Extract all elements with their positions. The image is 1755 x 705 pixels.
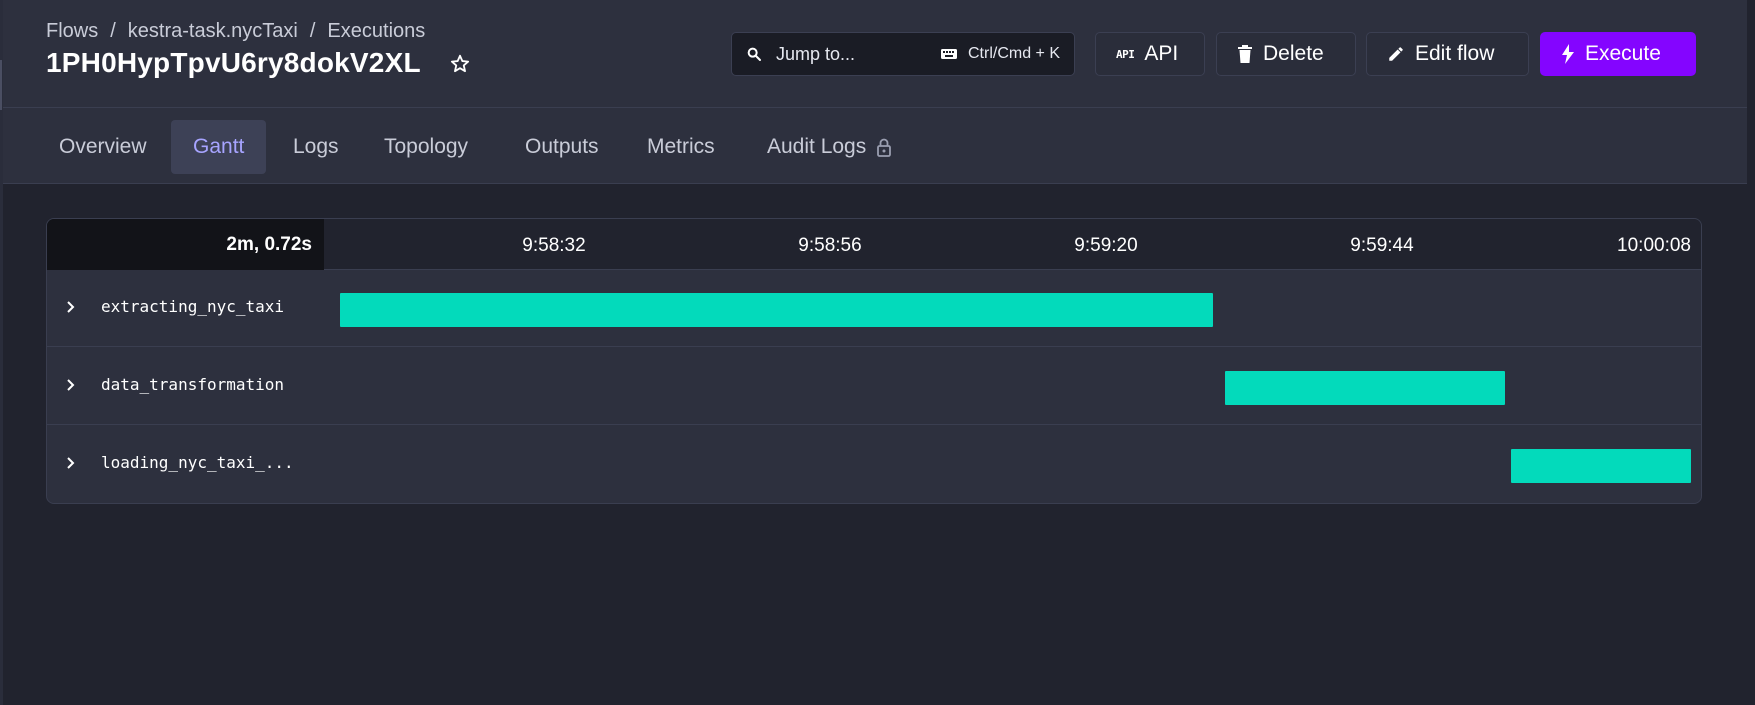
- tab-audit-logs[interactable]: Audit Logs: [745, 120, 914, 174]
- breadcrumb-separator: /: [309, 20, 316, 42]
- edit-flow-button[interactable]: Edit flow: [1366, 32, 1529, 76]
- pencil-icon: [1387, 45, 1405, 63]
- jump-to-search[interactable]: Jump to... Ctrl/Cmd + K: [731, 32, 1075, 76]
- breadcrumb-flows[interactable]: Flows: [46, 20, 98, 43]
- tab-metrics[interactable]: Metrics: [625, 120, 737, 174]
- tab-label: Topology: [384, 135, 469, 158]
- task-row[interactable]: loading_nyc_taxi_...: [47, 426, 1701, 503]
- left-edge-mark: [0, 60, 2, 110]
- time-tick: 9:58:32: [522, 235, 586, 256]
- execute-button[interactable]: Execute: [1540, 32, 1696, 76]
- tab-label: Audit Logs: [767, 135, 867, 158]
- breadcrumb-separator: /: [110, 20, 116, 42]
- task-bar[interactable]: [1224, 371, 1506, 405]
- task-name: data_transformation: [101, 375, 285, 394]
- lightning-icon: [1561, 44, 1575, 64]
- tab-label: Logs: [293, 135, 339, 158]
- delete-label: Delete: [1263, 42, 1324, 65]
- header: Flows / kestra-task.nycTaxi / Executions…: [3, 0, 1747, 108]
- breadcrumb-flow[interactable]: kestra-task.nycTaxi: [128, 20, 298, 43]
- page-title: 1PH0HypTpvU6ry8dokV2XL: [46, 47, 421, 78]
- api-icon: API: [1116, 47, 1135, 61]
- task-row[interactable]: extracting_nyc_taxi: [47, 270, 1701, 347]
- time-tick: 9:58:56: [798, 235, 862, 256]
- tab-label: Metrics: [647, 135, 715, 158]
- tab-label: Outputs: [525, 135, 599, 158]
- task-row[interactable]: data_transformation: [47, 348, 1701, 425]
- task-bar[interactable]: [1510, 449, 1691, 483]
- breadcrumb: Flows / kestra-task.nycTaxi / Executions: [46, 20, 425, 43]
- star-icon[interactable]: [449, 53, 471, 75]
- chevron-right-icon[interactable]: [63, 376, 79, 394]
- tab-outputs[interactable]: Outputs: [503, 120, 621, 174]
- tab-topology[interactable]: Topology: [362, 120, 490, 174]
- execute-label: Execute: [1585, 42, 1661, 65]
- api-button[interactable]: API API: [1095, 32, 1205, 76]
- time-tick: 10:00:08: [1617, 235, 1691, 256]
- search-icon: [746, 46, 762, 62]
- tab-label: Gantt: [193, 135, 245, 158]
- trash-icon: [1237, 45, 1253, 63]
- tab-bar: Overview Gantt Logs Topology Outputs Met…: [3, 108, 1747, 184]
- breadcrumb-executions[interactable]: Executions: [327, 20, 425, 43]
- total-duration: 2m, 0.72s: [47, 219, 324, 270]
- chevron-right-icon[interactable]: [63, 298, 79, 316]
- keyboard-icon: [940, 47, 958, 61]
- lock-icon: [876, 137, 892, 157]
- time-tick: 9:59:20: [1074, 235, 1138, 256]
- jump-to-label: Jump to...: [776, 43, 856, 64]
- gantt-chart: 2m, 0.72s 9:58:32 9:58:56 9:59:20 9:59:4…: [46, 218, 1702, 504]
- api-label: API: [1144, 42, 1179, 65]
- tab-logs[interactable]: Logs: [271, 120, 361, 174]
- tab-overview[interactable]: Overview: [37, 120, 169, 174]
- task-bar[interactable]: [340, 293, 1213, 327]
- tab-label: Overview: [59, 135, 147, 158]
- tab-gantt[interactable]: Gantt: [171, 120, 267, 174]
- keyboard-shortcut: Ctrl/Cmd + K: [967, 45, 1060, 62]
- task-name: loading_nyc_taxi_...: [101, 453, 294, 472]
- delete-button[interactable]: Delete: [1216, 32, 1356, 76]
- gantt-header: 2m, 0.72s 9:58:32 9:58:56 9:59:20 9:59:4…: [47, 219, 1701, 270]
- task-name: extracting_nyc_taxi: [101, 297, 285, 316]
- time-tick: 9:59:44: [1350, 235, 1414, 256]
- chevron-right-icon[interactable]: [63, 454, 79, 472]
- edit-flow-label: Edit flow: [1415, 42, 1495, 65]
